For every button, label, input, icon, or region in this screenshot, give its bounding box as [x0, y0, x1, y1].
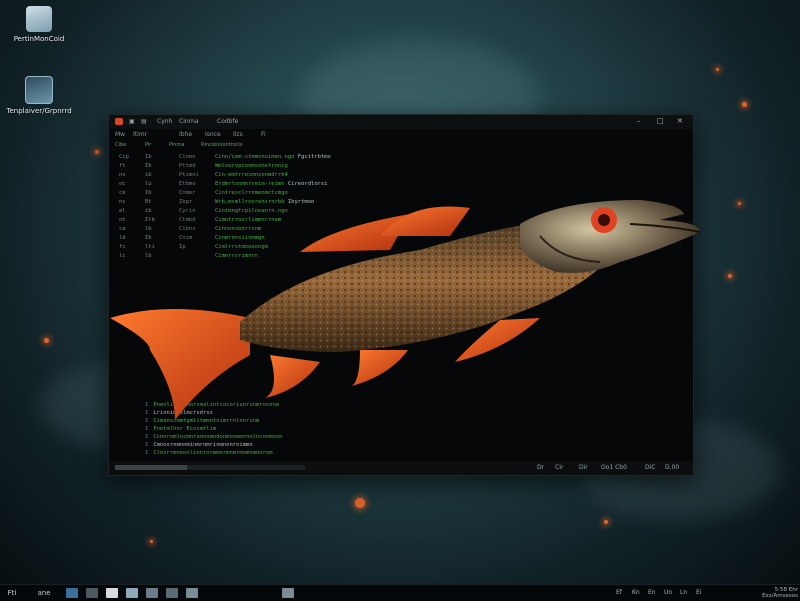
taskbar-app-media-icon[interactable]	[146, 588, 158, 598]
tray-item[interactable]: Un	[664, 589, 672, 596]
anal-fin	[265, 355, 320, 398]
taskbar: Fti ane Ef Kn En Un Ln Ei 5:58 Ehr Exs/Amseso…	[0, 584, 800, 601]
pelvic-fin	[352, 350, 408, 386]
tray-item[interactable]: Ln	[680, 589, 687, 596]
start-button[interactable]: Fti	[6, 588, 18, 598]
tray-item[interactable]: Ei	[696, 589, 701, 596]
clock[interactable]: 5:58 Ehr Exs/Amsesos	[720, 587, 798, 599]
taskbar-app-explorer-icon[interactable]	[66, 588, 78, 598]
tail-fin	[110, 309, 250, 420]
desktop: PertinMonCoid Tenplaiver/Grpnrrd ▣ ▤ Cyn…	[0, 0, 800, 584]
search-button[interactable]: ane	[34, 588, 54, 598]
tray-item[interactable]: Kn	[632, 589, 640, 596]
pike-fish-illustration	[110, 200, 701, 420]
taskbar-app-notes-icon[interactable]	[106, 588, 118, 598]
taskbar-pinned-icon[interactable]	[282, 588, 294, 598]
tray-item[interactable]: En	[648, 589, 656, 596]
tray-item[interactable]: Ef	[616, 589, 622, 596]
taskbar-app-photos-icon[interactable]	[126, 588, 138, 598]
clock-date: Exs/Amsesos	[762, 593, 798, 599]
taskbar-app-settings-icon[interactable]	[166, 588, 178, 598]
taskbar-app-store-icon[interactable]	[186, 588, 198, 598]
taskbar-app-terminal-icon[interactable]	[86, 588, 98, 598]
